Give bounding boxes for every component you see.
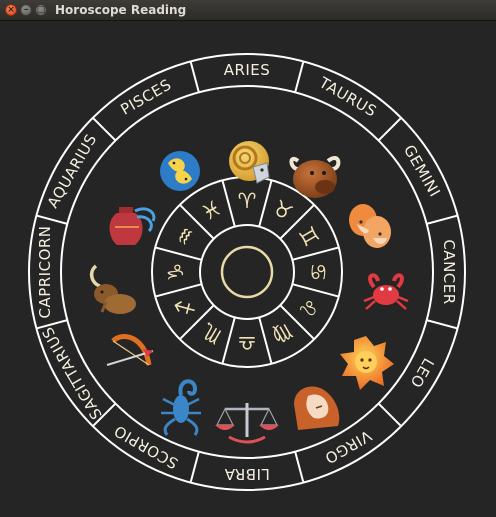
outer-sector-divider [426,319,458,330]
sign-label-taurus: TAURUS [315,73,380,121]
inner-sector-divider [292,283,340,298]
outer-sector-divider [36,214,68,225]
sign-label-gemini: GEMINI [400,142,444,200]
scorpion-icon[interactable] [161,379,201,436]
glyph-sagittarius-icon[interactable]: ♐ [170,293,200,321]
sign-label-capricorn: CAPRICORN [36,225,54,318]
outer-sector-divider [426,214,458,225]
close-window-icon[interactable]: × [5,4,17,16]
goat-icon[interactable] [89,264,136,314]
center-sun-icon [220,245,274,299]
outer-sector-divider [92,117,117,142]
scales-icon[interactable] [215,403,279,444]
inner-sector-divider [258,317,273,365]
sign-illustrations [89,141,409,444]
sign-label-libra: LIBRA [224,465,270,483]
outer-sector-divider [189,451,200,483]
outer-sector-divider [377,117,402,142]
sign-label-pisces: PISCES [117,75,174,118]
water-jug-icon[interactable] [109,207,156,245]
glyph-ring-inner [199,224,295,320]
glyph-aries-icon[interactable]: ♈ [238,189,257,213]
fish-icon[interactable] [160,151,200,191]
twins-icon[interactable] [349,204,391,248]
bow-arrow-icon[interactable] [106,334,154,366]
inner-sector-divider [154,246,202,261]
sign-label-virgo: VIRGO [321,426,374,467]
ram-icon[interactable] [229,141,270,184]
outer-sector-divider [189,61,200,93]
sign-label-sagittarius: SAGITTARIUS [38,324,106,423]
minimize-window-icon[interactable]: – [20,4,32,16]
inner-sector-divider [258,179,273,227]
crab-icon[interactable] [363,273,409,310]
zodiac-wheel: ARIESTAURUSGEMINICANCERLEOVIRGOLIBRASCOR… [28,53,466,491]
glyph-leo-icon[interactable]: ♌ [293,293,323,321]
glyph-taurus-icon[interactable]: ♉ [268,195,296,225]
inner-sector-divider [154,283,202,298]
glyph-libra-icon[interactable]: ♎ [238,331,257,355]
sign-label-aries: ARIES [224,61,271,79]
glyph-scorpio-icon[interactable]: ♏ [197,318,225,348]
maximize-window-icon[interactable]: □ [35,4,47,16]
glyph-aquarius-icon[interactable]: ♒ [170,222,200,250]
inner-sector-divider [292,246,340,261]
outer-sector-divider [377,402,402,427]
title-bar: × – □ Horoscope Reading [0,0,496,21]
glyph-capricorn-icon[interactable]: ♑ [164,263,188,282]
glyph-virgo-icon[interactable]: ♍ [268,318,296,348]
outer-sector-divider [294,61,305,93]
glyph-gemini-icon[interactable]: ♊ [293,222,323,250]
inner-sector-divider [221,179,236,227]
app-window: × – □ Horoscope Reading ARIES TAURUS GEMIN… [0,0,496,517]
window-title: Horoscope Reading [55,3,187,17]
glyph-pisces-icon[interactable]: ♓ [197,195,225,225]
maiden-icon[interactable] [294,386,340,430]
outer-sector-divider [294,451,305,483]
inner-sector-divider [221,317,236,365]
glyph-cancer-icon[interactable]: ♋ [306,263,330,282]
lion-icon[interactable] [340,336,394,390]
sign-label-cancer: CANCER [440,239,458,304]
